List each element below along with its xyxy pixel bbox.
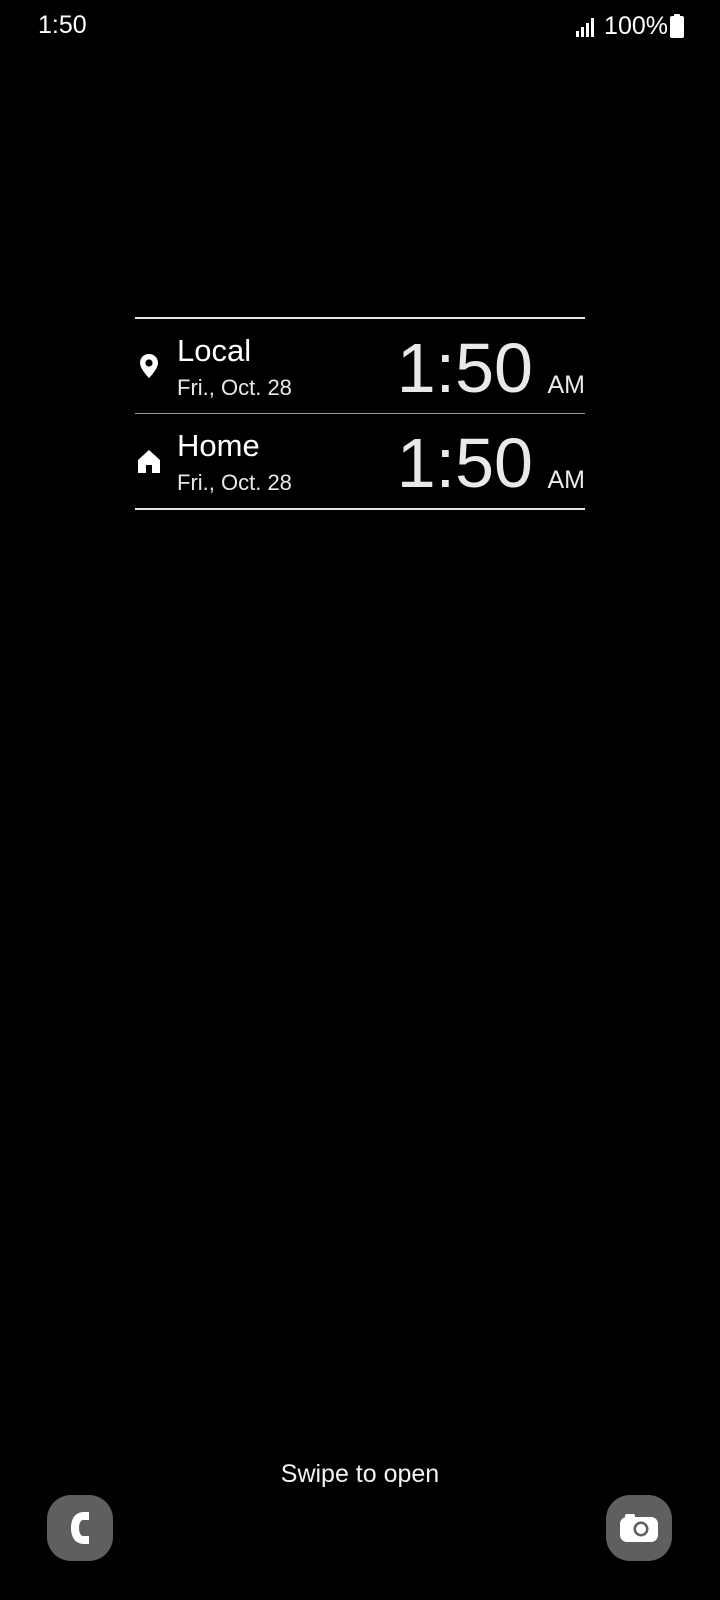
location-pin-icon (140, 354, 158, 378)
city-label: Local (177, 333, 252, 368)
clock-ampm: AM (547, 466, 586, 494)
city-date: Fri., Oct. 28 (177, 470, 292, 495)
world-clock-widget[interactable]: Local Fri., Oct. 28 1:50 AM Home Fri., O… (135, 317, 585, 510)
swipe-to-open-hint: Swipe to open (280, 1460, 440, 1488)
clock-ampm: AM (547, 371, 586, 399)
status-indicators: 100% (575, 11, 684, 41)
camera-icon (620, 1514, 658, 1542)
battery-full-icon (670, 14, 684, 38)
clock-row-home[interactable]: Home Fri., Oct. 28 1:50 AM (135, 414, 585, 508)
status-time: 1:50 (38, 11, 87, 39)
clock-time: 1:50 (396, 329, 533, 407)
city-label: Home (177, 428, 260, 463)
clock-row-local[interactable]: Local Fri., Oct. 28 1:50 AM (135, 319, 585, 413)
signal-bars-icon (576, 18, 595, 37)
phone-icon (71, 1512, 89, 1544)
divider-bottom (135, 508, 585, 510)
home-icon (138, 450, 160, 473)
city-date: Fri., Oct. 28 (177, 375, 292, 400)
status-bar: 1:50 100% (0, 0, 720, 52)
battery-percentage: 100% (604, 11, 668, 40)
clock-time: 1:50 (396, 424, 533, 502)
camera-shortcut-button[interactable] (606, 1495, 672, 1561)
phone-shortcut-button[interactable] (47, 1495, 113, 1561)
